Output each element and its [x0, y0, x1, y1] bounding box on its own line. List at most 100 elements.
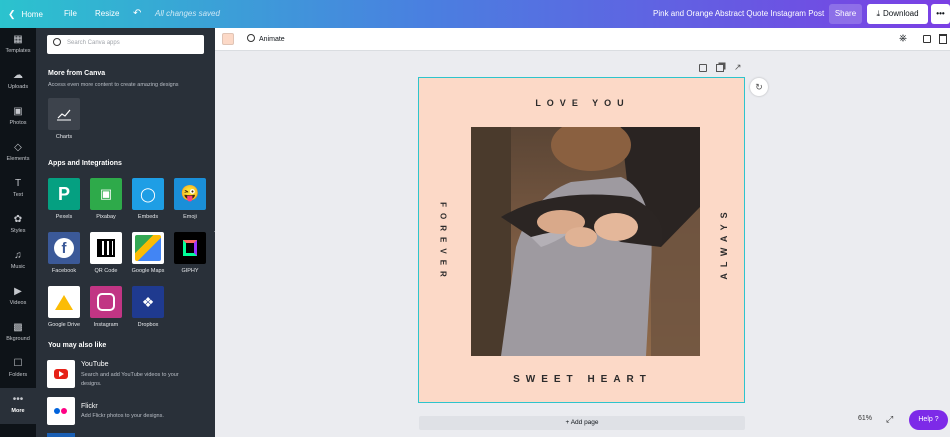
- more-from-canva-heading: More from Canva: [48, 70, 106, 77]
- more-options-button[interactable]: •••: [931, 4, 950, 24]
- fullscreen-icon[interactable]: ⤢: [886, 414, 893, 425]
- rail-item-text[interactable]: T Text: [0, 172, 36, 208]
- palette-icon: ✿: [13, 214, 23, 225]
- side-rail: ▦ Templates ☁ Uploads ▣ Photos ◇ Elements T Text ✿…: [0, 28, 36, 437]
- resize-button[interactable]: Resize: [95, 0, 119, 28]
- rail-label: Templates: [5, 48, 31, 54]
- list-item[interactable]: [47, 433, 75, 437]
- paint-roller-icon[interactable]: ⎈: [899, 33, 907, 45]
- download-button[interactable]: ⤓ Download: [867, 4, 928, 24]
- couple-photo[interactable]: [471, 127, 700, 356]
- rail-label: Photos: [9, 120, 27, 126]
- text-icon: T: [14, 178, 22, 189]
- search-input[interactable]: Search Canva apps: [67, 40, 120, 46]
- animate-label: Animate: [259, 36, 285, 43]
- list-item[interactable]: YouTube Search and add YouTube videos to…: [47, 360, 207, 390]
- rail-item-more[interactable]: ••• More: [0, 388, 36, 424]
- more-icon: •••: [12, 394, 24, 405]
- design-text-bottom[interactable]: SWEET HEART: [419, 374, 746, 385]
- zoom-level[interactable]: 61%: [858, 415, 872, 422]
- app-label: Pexels: [55, 214, 73, 220]
- home-button[interactable]: ❮ Home: [8, 0, 43, 28]
- folder-icon: ☐: [13, 358, 23, 369]
- app-label: QR Code: [94, 268, 118, 274]
- undo-icon[interactable]: ↶: [133, 0, 141, 28]
- google-drive-icon: [48, 286, 80, 318]
- background-icon: ▩: [13, 322, 23, 333]
- search-box[interactable]: Search Canva apps: [47, 35, 204, 54]
- app-facebook[interactable]: f Facebook: [45, 232, 83, 274]
- app-label: Facebook: [51, 268, 77, 274]
- app-emoji[interactable]: 😜 Emoji: [171, 178, 209, 220]
- app-giphy[interactable]: GIPHY: [171, 232, 209, 274]
- list-item[interactable]: Flickr Add Flickr photos to your designs…: [47, 397, 207, 427]
- chart-icon: [48, 98, 80, 130]
- home-label: Home: [21, 10, 43, 19]
- refresh-icon[interactable]: ↻: [750, 78, 768, 96]
- youtube-icon: [47, 360, 75, 388]
- rail-item-uploads[interactable]: ☁ Uploads: [0, 64, 36, 100]
- share-button[interactable]: Share: [829, 4, 862, 24]
- color-swatch[interactable]: [222, 33, 234, 45]
- rail-item-elements[interactable]: ◇ Elements: [0, 136, 36, 172]
- app-label: Embeds: [137, 214, 159, 220]
- trash-icon[interactable]: [939, 34, 947, 44]
- design-text-right[interactable]: ALWAYS: [719, 193, 729, 293]
- rail-label: Uploads: [7, 84, 29, 90]
- animate-icon: [247, 34, 255, 42]
- animate-button[interactable]: Animate: [247, 28, 285, 51]
- design-page[interactable]: LOVE YOU SWEET HEART FOREVER ALWAYS: [418, 77, 745, 403]
- rail-item-videos[interactable]: ▶ Videos: [0, 280, 36, 316]
- rail-label: Text: [12, 192, 24, 198]
- upload-icon: ☁: [13, 70, 23, 81]
- app-embeds[interactable]: ◯ Embeds: [129, 178, 167, 220]
- flickr-title: Flickr: [81, 403, 98, 410]
- charts-app[interactable]: Charts: [45, 98, 83, 140]
- context-toolbar: Animate ⎈: [215, 28, 950, 51]
- rail-item-bkground[interactable]: ▩ Bkground: [0, 316, 36, 352]
- app-google-drive[interactable]: Google Drive: [45, 286, 83, 328]
- app-label: Google Drive: [47, 322, 81, 328]
- pexels-icon: P: [48, 178, 80, 210]
- rail-item-music[interactable]: ♫ Music: [0, 244, 36, 280]
- pixabay-icon: ▣: [90, 178, 122, 210]
- app-dropbox[interactable]: ❖ Dropbox: [129, 286, 167, 328]
- video-icon: ▶: [14, 286, 22, 297]
- app-google-maps[interactable]: Google Maps: [129, 232, 167, 274]
- rail-item-templates[interactable]: ▦ Templates: [0, 28, 36, 64]
- lock-icon[interactable]: [923, 35, 931, 43]
- add-page-button[interactable]: + Add page: [419, 416, 745, 430]
- rail-label: Styles: [10, 228, 26, 234]
- document-title[interactable]: Pink and Orange Abstract Quote Instagram…: [653, 0, 824, 28]
- rail-label: Elements: [6, 156, 30, 162]
- google-maps-icon: [132, 232, 164, 264]
- youtube-title: YouTube: [81, 361, 109, 368]
- help-button[interactable]: Help ?: [909, 410, 948, 430]
- dropbox-icon: ❖: [132, 286, 164, 318]
- add-page-icon[interactable]: ↗: [734, 63, 742, 72]
- templates-icon: ▦: [13, 34, 23, 45]
- file-menu[interactable]: File: [64, 0, 77, 28]
- rail-item-folders[interactable]: ☐ Folders: [0, 352, 36, 388]
- chevron-left-icon: ❮: [8, 9, 16, 19]
- design-text-left[interactable]: FOREVER: [439, 193, 448, 293]
- more-from-canva-subtitle: Access even more content to create amazi…: [48, 82, 179, 88]
- app-label: GIPHY: [181, 268, 199, 274]
- rail-item-photos[interactable]: ▣ Photos: [0, 100, 36, 136]
- note-icon[interactable]: [699, 64, 707, 72]
- rail-item-styles[interactable]: ✿ Styles: [0, 208, 36, 244]
- duplicate-page-icon[interactable]: [716, 64, 724, 72]
- giphy-icon: [174, 232, 206, 264]
- app-label: Dropbox: [137, 322, 159, 328]
- save-status: All changes saved: [155, 9, 220, 18]
- app-pixabay[interactable]: ▣ Pixabay: [87, 178, 125, 220]
- app-instagram[interactable]: Instagram: [87, 286, 125, 328]
- rail-label: More: [11, 408, 25, 414]
- design-text-top[interactable]: LOVE YOU: [419, 98, 746, 108]
- app-label: Pixabay: [96, 214, 116, 220]
- app-qr-code[interactable]: QR Code: [87, 232, 125, 274]
- charts-label: Charts: [55, 134, 73, 140]
- embed-icon: ◯: [132, 178, 164, 210]
- instagram-icon: [90, 286, 122, 318]
- app-pexels[interactable]: P Pexels: [45, 178, 83, 220]
